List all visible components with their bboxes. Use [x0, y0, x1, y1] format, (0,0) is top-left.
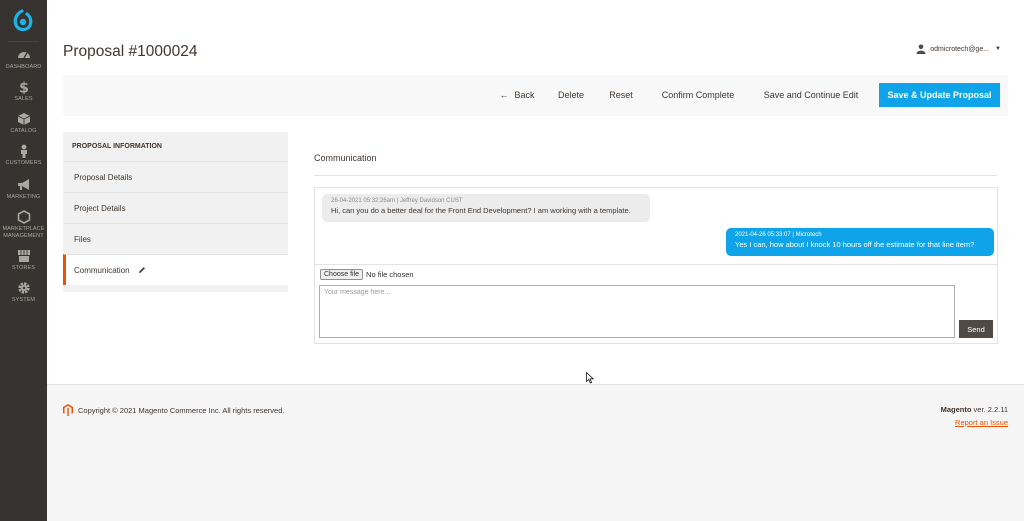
person-icon — [20, 144, 27, 158]
menu-item-marketplace[interactable]: MARKETPLACE MANAGEMENT — [0, 210, 47, 239]
compose-divider — [315, 264, 997, 265]
menu-label: SALES — [14, 96, 33, 102]
reset-button[interactable]: Reset — [601, 83, 641, 107]
menu-label: MANAGEMENT — [3, 232, 44, 239]
proposal-tabs: PROPOSAL INFORMATION Proposal Details Pr… — [63, 132, 288, 292]
menu-item-customers[interactable]: CUSTOMERS — [0, 144, 47, 167]
menu-item-dashboard[interactable]: DASHBOARD — [0, 48, 47, 71]
caret-down-icon: ▼ — [995, 46, 1001, 52]
confirm-complete-button[interactable]: Confirm Complete — [650, 83, 746, 107]
tabs-footer — [63, 285, 288, 292]
menu-label: MARKETPLACE — [2, 226, 45, 232]
message-input[interactable] — [319, 285, 955, 338]
menu-label: DASHBOARD — [5, 64, 42, 70]
back-button[interactable]: ← Back — [495, 83, 539, 107]
message-meta: 2021-04-26 05:33:07 | Microtech — [735, 232, 822, 238]
user-name: odmicrotech@ge... — [930, 45, 990, 53]
app-logo-icon[interactable] — [11, 9, 33, 33]
page-title: Proposal #1000024 — [63, 43, 198, 60]
menu-divider — [8, 41, 39, 42]
menu-label: SYSTEM — [11, 297, 36, 303]
user-account-menu[interactable]: odmicrotech@ge... ▼ — [916, 44, 1001, 54]
communication-panel: 26-04-2021 05:32:26am | Jeffrey Davidson… — [314, 187, 998, 344]
menu-item-marketing[interactable]: MARKETING — [0, 178, 47, 201]
dashboard-icon — [17, 52, 30, 59]
send-button[interactable]: Send — [959, 320, 993, 338]
report-issue-link[interactable]: Report an Issue — [955, 418, 1008, 427]
menu-label: STORES — [11, 265, 36, 271]
file-upload: Choose file No file chosen — [320, 269, 414, 280]
page-actions: ← Back Delete Reset Confirm Complete Sav… — [63, 75, 1008, 116]
menu-item-catalog[interactable]: CATALOG — [0, 112, 47, 135]
menu-item-stores[interactable]: STORES — [0, 249, 47, 272]
version-info: Magento ver. 2.2.11 — [941, 405, 1008, 414]
tabs-heading: PROPOSAL INFORMATION — [63, 132, 288, 161]
magento-logo-icon — [63, 404, 73, 416]
menu-item-system[interactable]: SYSTEM — [0, 281, 47, 304]
copyright: Copyright © 2021 Magento Commerce Inc. A… — [63, 404, 284, 416]
save-update-proposal-button[interactable]: Save & Update Proposal — [879, 83, 1000, 107]
section-title: Communication — [314, 153, 377, 163]
tab-project-details[interactable]: Project Details — [63, 192, 288, 223]
delete-button[interactable]: Delete — [549, 83, 593, 107]
user-icon — [916, 44, 926, 54]
copyright-text: Copyright © 2021 Magento Commerce Inc. A… — [78, 405, 285, 415]
menu-label: CUSTOMERS — [5, 160, 42, 166]
choose-file-button[interactable]: Choose file — [320, 269, 364, 280]
message-meta: 26-04-2021 05:32:26am | Jeffrey Davidson… — [331, 198, 463, 204]
tab-proposal-details[interactable]: Proposal Details — [63, 161, 288, 192]
section-divider — [314, 175, 997, 176]
svg-text:$: $ — [19, 81, 29, 95]
message-text: Hi, can you do a better deal for the Fro… — [331, 206, 631, 215]
file-status: No file chosen — [366, 270, 414, 279]
page-footer: Copyright © 2021 Magento Commerce Inc. A… — [47, 384, 1024, 521]
back-label: Back — [514, 90, 535, 100]
message-incoming: 26-04-2021 05:32:26am | Jeffrey Davidson… — [322, 194, 650, 222]
brand-name: Magento — [940, 405, 972, 414]
dollar-icon: $ — [19, 81, 29, 95]
box-icon — [17, 113, 30, 125]
menu-label: CATALOG — [10, 128, 37, 134]
save-continue-button[interactable]: Save and Continue Edit — [755, 83, 867, 107]
admin-menu: DASHBOARD $ SALES CATALOG CUSTOMERS MARK… — [0, 0, 47, 521]
gear-icon — [17, 282, 30, 294]
page-main: Proposal #1000024 odmicrotech@ge... ▼ ← … — [47, 0, 1024, 384]
menu-label: MARKETING — [6, 194, 41, 200]
arrow-left-icon: ← — [499, 90, 509, 100]
megaphone-icon — [17, 179, 29, 190]
tab-files[interactable]: Files — [63, 223, 288, 254]
mouse-cursor-icon — [586, 372, 594, 384]
hexagon-icon — [17, 210, 30, 224]
tab-communication[interactable]: Communication — [63, 254, 288, 285]
menu-item-sales[interactable]: $ SALES — [0, 80, 47, 103]
store-icon — [17, 250, 30, 262]
tab-communication-label: Communication — [74, 265, 130, 275]
pencil-icon — [138, 267, 145, 273]
message-text: Yes I can, how about I knock 10 hours of… — [735, 240, 975, 249]
version-number: ver. 2.2.11 — [973, 405, 1008, 414]
message-outgoing: 2021-04-26 05:33:07 | Microtech Yes I ca… — [726, 228, 994, 256]
